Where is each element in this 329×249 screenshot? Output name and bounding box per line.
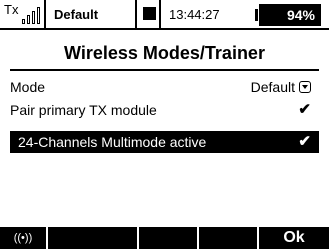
softkey-bar: ((•)) Ok: [0, 227, 329, 249]
screen: Tx Default 13:44:27 94% Wireless Modes/T…: [0, 0, 329, 249]
ok-button[interactable]: Ok: [259, 227, 329, 249]
softkey-2[interactable]: [48, 227, 139, 249]
battery-percent: 94%: [259, 4, 321, 26]
chevron-down-icon: [299, 81, 311, 93]
clock: 13:44:27: [169, 6, 220, 22]
mode-value-text: Default: [250, 79, 295, 95]
mode-row[interactable]: Mode Default: [10, 76, 319, 98]
stop-square-icon: [143, 7, 156, 20]
signal-bars-icon: [22, 6, 42, 24]
status-bar: Tx Default 13:44:27 94%: [0, 0, 329, 30]
battery-icon: [255, 9, 258, 21]
softkey-3[interactable]: [139, 227, 199, 249]
wireless-softkey[interactable]: ((•)): [0, 227, 48, 249]
time-cell: 13:44:27: [161, 0, 247, 28]
mode-label: Mode: [10, 79, 46, 95]
pair-primary-tx-label: Pair primary TX module: [10, 102, 157, 118]
title-divider: [10, 69, 319, 71]
log-status-cell: [137, 0, 161, 28]
multimode-row[interactable]: 24-Channels Multimode active ✔: [10, 131, 319, 153]
page-title: Wireless Modes/Trainer: [64, 43, 265, 63]
checkmark-icon[interactable]: ✔: [298, 131, 311, 153]
pair-primary-tx-row[interactable]: Pair primary TX module ✔: [10, 99, 319, 121]
battery-indicator: 94%: [255, 4, 325, 26]
checkmark-icon[interactable]: ✔: [298, 99, 311, 121]
tx-signal-indicator: Tx: [0, 0, 46, 28]
tx-label: Tx: [4, 2, 19, 17]
model-name-cell: Default: [46, 0, 137, 28]
mode-value[interactable]: Default: [251, 76, 311, 98]
multimode-label: 24-Channels Multimode active: [18, 134, 207, 150]
model-name: Default: [54, 6, 99, 22]
wireless-icon: ((•)): [13, 232, 33, 244]
softkey-4[interactable]: [199, 227, 259, 249]
